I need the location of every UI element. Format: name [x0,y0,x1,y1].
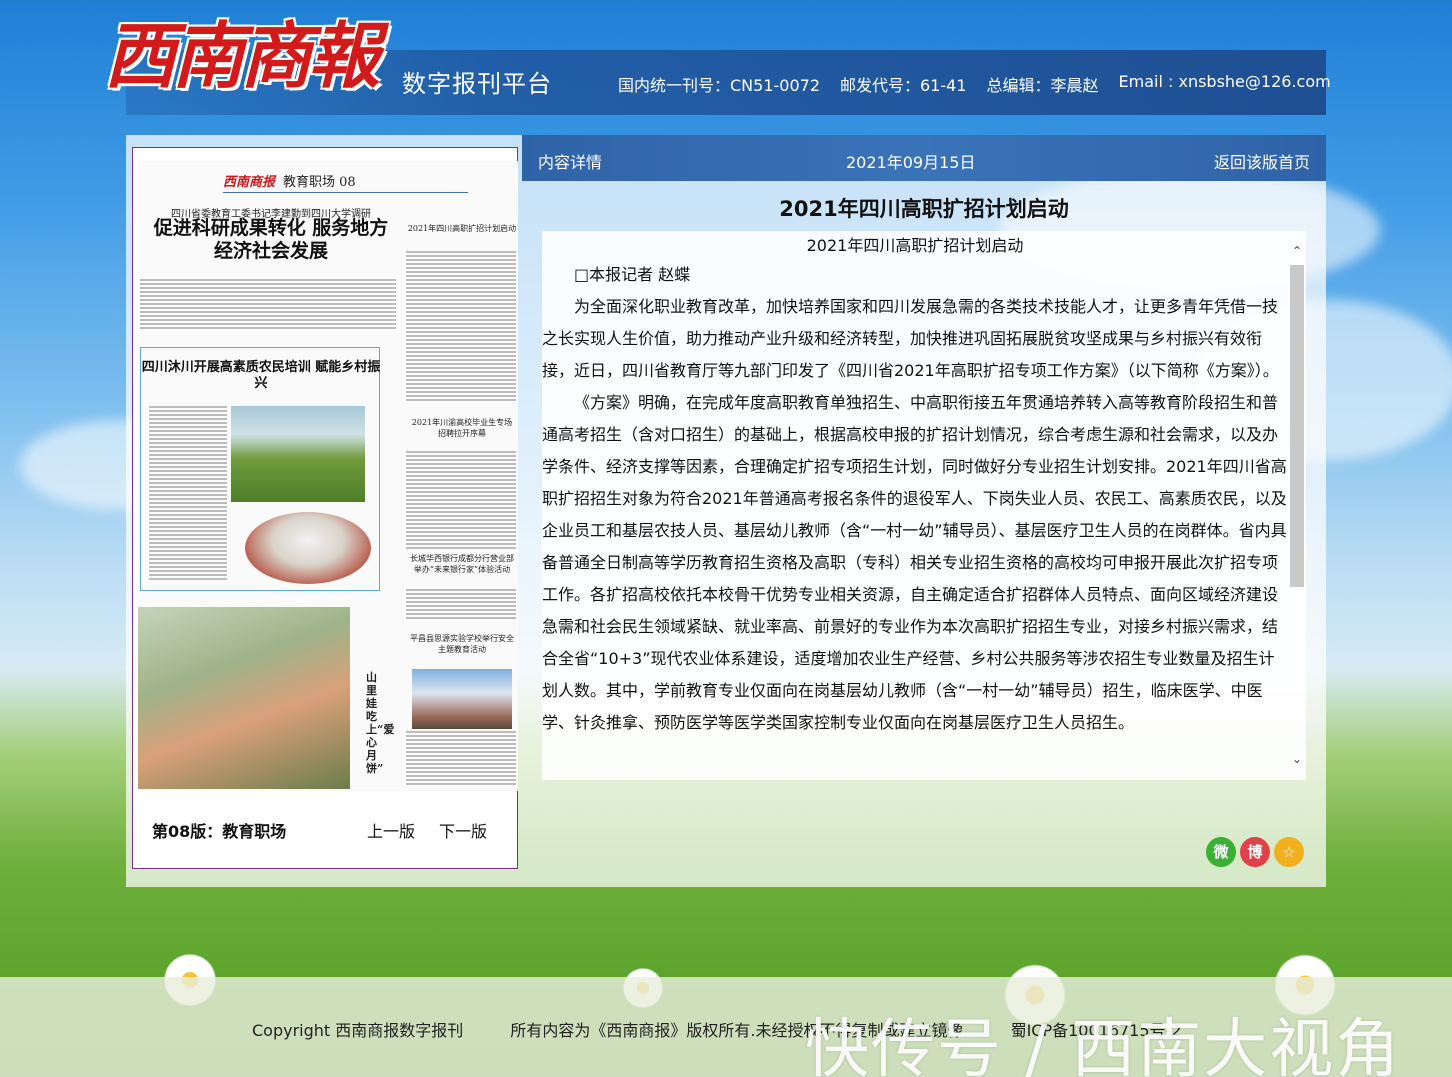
email-text: Email : xnsbshe@126.com [1118,72,1331,91]
page-feature-box[interactable]: 四川沐川开展高素质农民培训 赋能乡村振兴 [140,347,380,591]
page-vertical-caption[interactable]: 山里娃吃上“爱心月饼” [366,671,394,775]
text-column [406,731,516,786]
issn-text: 国内统一刊号：CN51-0072 [618,76,820,95]
scrollbar-thumb[interactable] [1290,265,1304,587]
platform-title: 数字报刊平台 [402,70,552,98]
article-subtitle: 2021年四川高职扩招计划启动 [806,236,1024,255]
next-page-link[interactable]: 下一版 [439,818,487,842]
page-mid-headline-1[interactable]: 2021年川渝高校毕业生专场招聘拉开序幕 [408,417,516,439]
issue-date: 2021年09月15日 [846,153,976,172]
text-column [140,279,396,331]
page-headline-main[interactable]: 促进科研成果转化 服务地方经济社会发展 [146,217,396,263]
scroll-down-icon[interactable]: ⌄ [1288,749,1306,769]
article-header-bar: 内容详情 2021年09月15日 返回该版首页 [522,135,1326,181]
page-masthead-logo: 西南商报 [223,175,276,190]
text-column [406,589,516,619]
training-photo [245,512,371,584]
content-detail-label: 内容详情 [538,153,603,172]
page-mid-headline-2[interactable]: 长城华西银行成都分行营业部举办“未来银行家”体验活动 [408,553,516,575]
favorite-star-icon[interactable]: ☆ [1274,837,1304,867]
article-title: 2021年四川高职扩招计划启动 [779,197,1069,221]
article-scrollbar[interactable]: ⌃ ⌄ [1288,241,1306,771]
wechat-share-icon[interactable]: 微 [1206,837,1236,867]
article-paragraph: 《方案》明确，在完成年度高职教育单独招生、中高职衔接五年贯通培养转入高等教育阶段… [542,393,1287,732]
prev-page-link[interactable]: 上一版 [367,818,415,842]
page-feature-title: 四川沐川开展高素质农民培训 赋能乡村振兴 [141,360,381,391]
page-masthead: 西南商报 教育职场 08 [223,171,468,193]
newspaper-page-image[interactable]: 西南商报 教育职场 08 四川省委教育工委书记李建勤到四川大学调研 促进科研成果… [138,161,518,791]
editor-text: 总编辑：李晨赵 [986,76,1099,95]
footer-copyright: Copyright 西南商报数字报刊 [252,1021,464,1040]
header-meta: 国内统一刊号：CN51-0072 邮发代号：61-41 总编辑：李晨赵 Emai… [618,72,1331,96]
page-side-headline[interactable]: 2021年四川高职扩招计划启动 [406,223,518,234]
article-paragraph: 为全面深化职业教育改革，加快培养国家和四川发展急需的各类技术技能人才，让更多青年… [542,297,1279,380]
children-photo [138,607,350,789]
article-scroll-box[interactable]: 2021年四川高职扩招计划启动 □本报记者 赵蝶 为全面深化职业教育改革，加快培… [542,231,1306,780]
back-to-page-link[interactable]: 返回该版首页 [1214,149,1310,173]
edition-label: 第08版：教育职场 [152,822,287,841]
text-column [406,451,516,551]
school-photo [412,669,512,729]
scroll-up-icon[interactable]: ⌃ [1288,241,1306,261]
farm-photo [231,406,365,502]
watermark-text: 快传号 / 西南大视角 [805,1013,1402,1077]
text-column [149,406,227,580]
text-column [406,251,516,401]
page-mid-headline-3[interactable]: 平昌县思源实验学校举行安全主题教育活动 [408,633,516,655]
weibo-share-icon[interactable]: 博 [1240,837,1270,867]
postal-code-text: 邮发代号：61-41 [840,76,967,95]
article-content: 2021年四川高职扩招计划启动 □本报记者 赵蝶 为全面深化职业教育改革，加快培… [542,231,1288,739]
article-byline: □本报记者 赵蝶 [574,265,691,284]
page-section-title: 教育职场 08 [283,175,356,190]
newspaper-logo[interactable]: 西南商報 [104,8,394,103]
